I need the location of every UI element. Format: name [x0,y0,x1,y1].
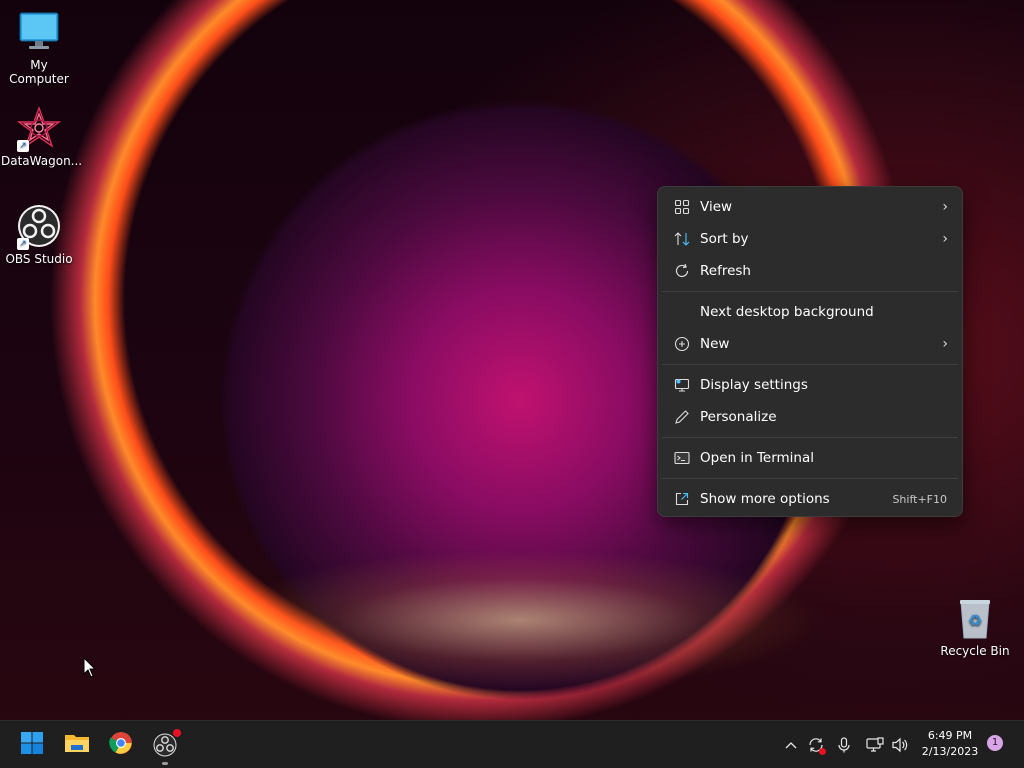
menu-item-next-desktop-background[interactable]: Next desktop background [658,296,962,328]
pen-icon [673,408,691,426]
folder-icon [64,732,90,758]
start-button[interactable] [16,729,48,761]
shortcut-arrow-icon: ↗ [17,140,29,152]
share-icon [673,490,691,508]
menu-item-refresh[interactable]: Refresh [658,255,962,287]
monitor-icon [673,376,691,394]
chrome-icon [109,731,133,759]
svg-text:♻: ♻ [968,611,982,630]
desktop-icon-label: My Computer [9,58,69,86]
chevron-right-icon: › [942,199,948,215]
plus-circle-icon [673,335,691,353]
desktop-icon-my-computer[interactable]: My Computer [1,10,77,86]
refresh-icon [673,262,691,280]
chevron-right-icon: › [942,231,948,247]
taskbar-google-chrome[interactable] [105,729,137,761]
desktop-icon-label: OBS Studio [5,252,73,266]
obs-icon [153,729,181,757]
menu-item-personalize[interactable]: Personalize [658,401,962,433]
desktop-icon-label: Recycle Bin [940,644,1010,658]
windows-logo-icon [20,731,44,759]
grid-icon [673,198,691,216]
menu-item-view[interactable]: View › [658,191,962,223]
menu-separator [662,364,958,365]
desktop-icon-label: DataWagon... [1,154,83,168]
menu-separator [662,291,958,292]
notification-badge[interactable]: 1 [987,735,1003,751]
clock-date: 2/13/2023 [921,745,979,758]
menu-item-new[interactable]: New › [658,328,962,360]
desktop-icon-datawagon[interactable]: ↗ DataWagon... [1,105,83,168]
menu-item-label: Next desktop background [700,304,874,320]
tray-overflow-chevron-icon[interactable] [780,733,802,757]
microphone-icon[interactable] [833,733,855,757]
mouse-cursor-icon [83,656,97,683]
sync-icon[interactable] [805,733,827,757]
taskbar-clock[interactable]: 6:49 PM 2/13/2023 [920,728,980,760]
network-icon[interactable] [864,733,886,757]
datawagon-logo-icon: ↗ [16,105,62,152]
desktop-icon-obs-studio[interactable]: ↗ OBS Studio [1,204,77,266]
running-indicator [162,762,168,765]
obs-icon: ↗ [17,204,61,250]
menu-item-label: Show more options [700,491,830,507]
menu-item-label: New [700,336,730,352]
menu-item-open-in-terminal[interactable]: Open in Terminal [658,442,962,474]
menu-item-label: Open in Terminal [700,450,814,466]
desktop-icon-recycle-bin[interactable]: ♻ Recycle Bin [937,596,1013,658]
terminal-icon [673,449,691,467]
sort-icon [673,230,691,248]
menu-item-display-settings[interactable]: Display settings [658,369,962,401]
menu-item-label: Personalize [700,409,777,425]
menu-item-label: Refresh [700,263,751,279]
recycle-bin-icon: ♻ [953,596,997,640]
menu-item-sort-by[interactable]: Sort by › [658,223,962,255]
clock-time: 6:49 PM [927,729,973,742]
desktop-context-menu: View › Sort by › Refresh Next desktop ba… [657,186,963,517]
menu-item-show-more-options[interactable]: Show more options Shift+F10 [658,483,962,515]
monitor-icon [17,10,61,54]
menu-item-label: Display settings [700,377,808,393]
chevron-right-icon: › [942,336,948,352]
menu-separator [662,478,958,479]
taskbar: 6:49 PM 2/13/2023 [0,720,1024,768]
recording-indicator-icon [173,729,181,737]
alert-dot-icon [819,748,826,755]
menu-item-label: Sort by [700,231,749,247]
volume-icon[interactable] [889,733,911,757]
keyboard-shortcut: Shift+F10 [892,492,947,506]
taskbar-file-explorer[interactable] [61,729,93,761]
shortcut-arrow-icon: ↗ [17,238,29,250]
menu-separator [662,437,958,438]
taskbar-obs-studio[interactable] [149,729,181,765]
menu-item-label: View [700,199,733,215]
